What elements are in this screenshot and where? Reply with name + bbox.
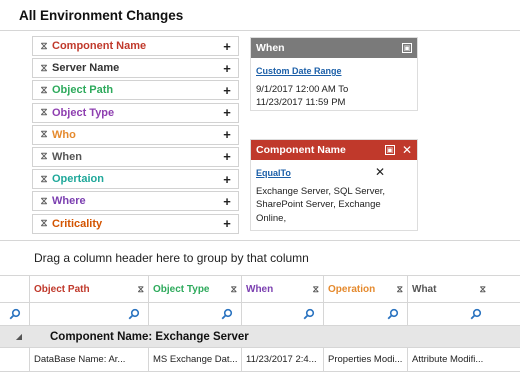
component-panel-title: Component Name: [256, 144, 346, 156]
search-cell-object-type[interactable]: [149, 303, 242, 325]
search-cell-object-path[interactable]: [30, 303, 149, 325]
when-panel-body: Custom Date Range 9/1/2017 12:00 AM To 1…: [251, 58, 417, 115]
filter-object-type[interactable]: ⧖ Object Type +: [32, 102, 239, 123]
search-icon[interactable]: [128, 308, 140, 320]
component-panel-header: Component Name ▣ ✕: [251, 140, 417, 160]
filter-who[interactable]: ⧖ Who +: [32, 124, 239, 145]
page-title: All Environment Changes: [19, 8, 184, 23]
group-row[interactable]: ◢ Component Name: Exchange Server: [0, 326, 520, 348]
funnel-icon: ⧖: [40, 218, 48, 229]
add-icon[interactable]: +: [221, 127, 233, 142]
filter-label: Object Path: [52, 84, 114, 97]
cell-operation: Properties Modi...: [324, 348, 408, 371]
funnel-icon: ⧖: [40, 84, 48, 96]
column-header-object-type[interactable]: Object Type ⧖: [149, 276, 242, 302]
group-row-label: Component Name: Exchange Server: [50, 330, 249, 343]
cell-when: 11/23/2017 2:4...: [242, 348, 324, 371]
filter-label: Where: [52, 195, 86, 208]
filter-label: Criticality: [52, 217, 103, 230]
when-panel-title: When: [256, 42, 285, 54]
funnel-icon: ⧖: [40, 62, 48, 74]
search-cell-what[interactable]: [408, 303, 490, 325]
equal-to-link[interactable]: EqualTo: [256, 167, 291, 181]
add-icon[interactable]: +: [221, 83, 233, 98]
when-filter-panel: When ▣ Custom Date Range 9/1/2017 12:00 …: [250, 37, 418, 111]
add-icon[interactable]: +: [221, 149, 233, 164]
filter-icon[interactable]: ⧖: [138, 284, 144, 295]
funnel-icon: ⧖: [40, 40, 48, 52]
row-header-cell: [0, 348, 30, 371]
filter-label: Server Name: [52, 62, 120, 75]
funnel-icon: ⧖: [40, 129, 48, 141]
changes-grid: Drag a column header here to group by th…: [0, 240, 520, 372]
table-row[interactable]: DataBase Name: Ar... MS Exchange Dat... …: [0, 348, 520, 372]
search-icon[interactable]: [303, 308, 315, 320]
remove-icon[interactable]: ✕: [375, 165, 385, 180]
funnel-icon: ⧖: [40, 173, 48, 185]
filter-label: Object Type: [52, 106, 115, 119]
filter-icon[interactable]: ⧖: [397, 284, 403, 295]
add-icon[interactable]: +: [221, 105, 233, 120]
when-panel-header: When ▣: [251, 38, 417, 58]
filter-operation[interactable]: ⧖ Opertaion +: [32, 169, 239, 190]
funnel-icon: ⧖: [40, 107, 48, 119]
add-icon[interactable]: +: [221, 39, 233, 54]
group-by-area[interactable]: Drag a column header here to group by th…: [0, 240, 520, 276]
search-cell-operation[interactable]: [324, 303, 408, 325]
grid-table: Object Path ⧖ Object Type ⧖ When ⧖ Opera…: [0, 276, 520, 372]
filter-label: Who: [52, 128, 76, 141]
filter-when[interactable]: ⧖ When +: [32, 146, 239, 167]
search-cell-row-header[interactable]: [0, 303, 30, 325]
collapse-triangle-icon[interactable]: ◢: [0, 332, 30, 341]
date-range-end: 11/23/2017 11:59 PM: [256, 97, 346, 108]
filter-component-name[interactable]: ⧖ Component Name +: [32, 36, 239, 56]
group-by-hint: Drag a column header here to group by th…: [34, 251, 309, 265]
collapse-icon[interactable]: ▣: [384, 145, 395, 155]
add-icon[interactable]: +: [221, 216, 233, 231]
search-icon[interactable]: [470, 308, 482, 320]
component-values: Exchange Server, SQL Server, SharePoint …: [256, 185, 386, 224]
custom-date-range-link[interactable]: Custom Date Range: [256, 65, 342, 79]
cell-object-type: MS Exchange Dat...: [149, 348, 242, 371]
filter-icon[interactable]: ⧖: [231, 284, 237, 295]
filter-criticality[interactable]: ⧖ Criticality +: [32, 213, 239, 234]
column-header-when[interactable]: When ⧖: [242, 276, 324, 302]
close-icon[interactable]: ✕: [402, 143, 412, 157]
collapse-icon[interactable]: ▣: [402, 43, 412, 53]
header-spacer: [0, 276, 30, 302]
column-header-what[interactable]: What ⧖: [408, 276, 490, 302]
filter-icon[interactable]: ⧖: [480, 284, 486, 295]
funnel-icon: ⧖: [40, 151, 48, 163]
filter-label: Component Name: [52, 40, 147, 52]
cell-what: Attribute Modifi...: [412, 354, 484, 365]
filter-label: Opertaion: [52, 173, 104, 186]
filter-label: When: [52, 150, 82, 163]
column-header-object-path[interactable]: Object Path ⧖: [30, 276, 149, 302]
component-panel-body: EqualTo ✕ Exchange Server, SQL Server, S…: [251, 160, 417, 230]
filter-object-path[interactable]: ⧖ Object Path +: [32, 80, 239, 101]
column-header-operation[interactable]: Operation ⧖: [324, 276, 408, 302]
add-icon[interactable]: +: [221, 172, 233, 187]
component-name-filter-panel: Component Name ▣ ✕ EqualTo ✕ Exchange Se…: [250, 139, 418, 231]
grid-search-row: [0, 303, 520, 326]
funnel-icon: ⧖: [40, 195, 48, 207]
search-cell-when[interactable]: [242, 303, 324, 325]
title-divider: [0, 30, 520, 31]
filter-icon[interactable]: ⧖: [313, 284, 319, 295]
filter-where[interactable]: ⧖ Where +: [32, 191, 239, 212]
search-icon[interactable]: [221, 308, 233, 320]
grid-header-row: Object Path ⧖ Object Type ⧖ When ⧖ Opera…: [0, 276, 520, 303]
search-icon[interactable]: [387, 308, 399, 320]
add-icon[interactable]: +: [221, 194, 233, 209]
filter-list: ⧖ Component Name + ⧖ Server Name + ⧖ Obj…: [32, 36, 239, 236]
date-range-start: 9/1/2017 12:00 AM To: [256, 83, 349, 95]
cell-object-path: DataBase Name: Ar...: [30, 348, 149, 371]
search-icon[interactable]: [9, 308, 21, 320]
add-icon[interactable]: +: [221, 61, 233, 76]
filter-server-name[interactable]: ⧖ Server Name +: [32, 58, 239, 79]
